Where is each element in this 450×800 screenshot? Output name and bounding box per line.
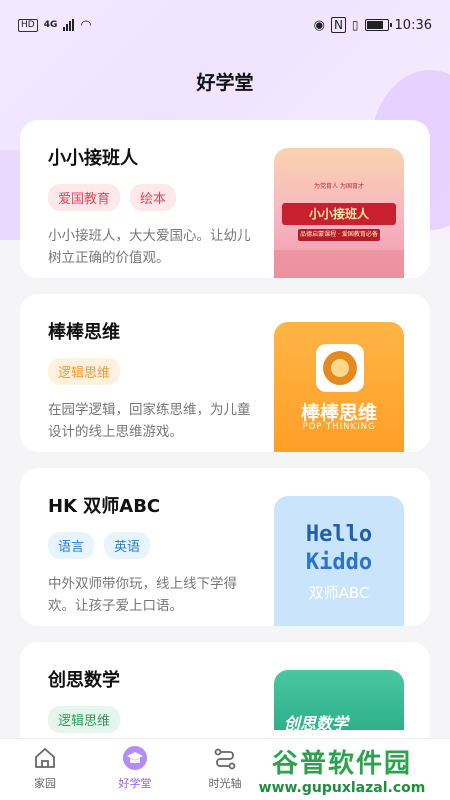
course-thumbnail: 为党育人 为国育才 小小接班人 品德启蒙课程 · 爱国教育必备 — [274, 148, 404, 278]
tab-label: 时光轴 — [208, 777, 242, 790]
thumbnail-title: 棒棒思维 — [300, 402, 377, 424]
signal-icon — [63, 19, 75, 31]
graduation-cap-icon — [123, 746, 147, 770]
tag: 爱国教育 — [48, 184, 121, 211]
course-card[interactable]: HK 双师ABC 语言 英语 中外双师带你玩，线上线下学得欢。让孩子爱上口语。 … — [20, 468, 430, 626]
course-card[interactable]: 棒棒思维 逻辑思维 在园学逻辑，回家练思维，为儿童设计的线上思维游戏。 棒棒思维… — [20, 294, 430, 452]
tag: 逻辑思维 — [48, 358, 121, 385]
thumbnail-line2: Kiddo — [305, 550, 373, 575]
vibrate-icon: ▯ — [351, 18, 359, 32]
wifi-icon: ◠ — [80, 17, 92, 33]
course-thumbnail: 棒棒思维 POP THINKING — [274, 322, 404, 452]
course-card[interactable]: 小小接班人 爱国教育 绘本 小小接班人，大大爱国心。让幼儿树立正确的价值观。 为… — [20, 120, 430, 278]
thumbnail-tagline: 品德启蒙课程 · 爱国教育必备 — [298, 229, 380, 241]
tag: 英语 — [104, 532, 151, 559]
eye-icon: ◉ — [313, 17, 325, 33]
status-right: ◉ N ▯ 10:36 — [314, 17, 432, 33]
tag: 逻辑思维 — [48, 706, 121, 733]
course-thumbnail: Hello Kiddo 双师ABC — [274, 496, 404, 626]
thumbnail-line3: 双师ABC — [308, 584, 370, 602]
watermark-url: www.gupuxlazal.com — [258, 779, 426, 796]
nfc-icon: N — [330, 17, 346, 33]
site-watermark: 谷普软件园 www.gupuxlazal.com — [242, 738, 442, 800]
timeline-icon — [214, 748, 236, 770]
tab-learning[interactable]: 好学堂 — [90, 739, 180, 800]
watermark-title: 谷普软件园 — [271, 748, 412, 779]
course-description: 在园学逻辑，回家练思维，为儿童设计的线上思维游戏。 — [48, 402, 251, 440]
course-list: 小小接班人 爱国教育 绘本 小小接班人，大大爱国心。让幼儿树立正确的价值观。 为… — [20, 120, 430, 800]
status-bar: HD 4G ◠ ◉ N ▯ 10:36 — [0, 0, 450, 50]
great-wall-illustration — [274, 250, 404, 278]
course-thumbnail: 创思数学 — [274, 670, 404, 730]
network-badge: 4G — [43, 20, 58, 30]
status-left: HD 4G ◠ — [18, 18, 92, 33]
tab-label: 好学堂 — [118, 777, 152, 790]
tab-label: 家园 — [34, 777, 56, 790]
thumbnail-subtitle: POP THINKING — [302, 422, 376, 432]
hd-badge: HD — [18, 18, 38, 32]
clock: 10:36 — [394, 17, 432, 33]
thumbnail-title: 创思数学 — [284, 714, 349, 730]
page-title: 好学堂 — [196, 72, 254, 94]
course-description: 中外双师带你玩，线上线下学得欢。让孩子爱上口语。 — [48, 576, 237, 614]
thumbnail-line1: Hello — [305, 522, 373, 547]
tag: 语言 — [48, 532, 95, 559]
lion-logo-icon — [316, 344, 364, 392]
thumbnail-title: 小小接班人 — [282, 203, 396, 225]
home-icon — [35, 748, 55, 768]
tab-home[interactable]: 家园 — [0, 739, 90, 800]
course-description: 小小接班人，大大爱国心。让幼儿树立正确的价值观。 — [48, 228, 251, 266]
tag: 绘本 — [130, 184, 177, 211]
thumbnail-subtitle: 为党育人 为国育才 — [314, 183, 364, 190]
battery-icon — [364, 19, 392, 31]
